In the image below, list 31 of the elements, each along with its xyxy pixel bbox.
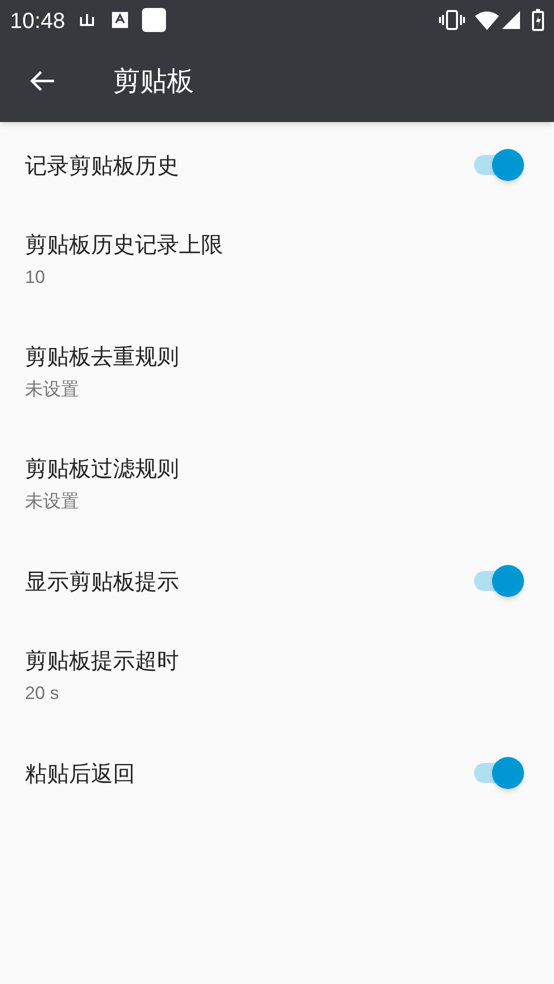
signal-icon — [502, 11, 520, 29]
keyboard-icon — [112, 12, 128, 28]
setting-summary: 未设置 — [25, 378, 79, 401]
battery-charging-icon — [532, 9, 544, 31]
toggle-switch[interactable] — [472, 149, 524, 181]
settings-row[interactable]: 粘贴后返回 — [0, 733, 554, 813]
setting-summary: 未设置 — [25, 490, 79, 513]
vibrate-icon — [439, 10, 465, 30]
setting-title: 剪贴板历史记录上限 — [25, 231, 223, 259]
setting-title: 剪贴板提示超时 — [25, 647, 179, 675]
settings-row[interactable]: 记录剪贴板历史 — [0, 125, 554, 205]
settings-row[interactable]: 剪贴板提示超时 20 s — [0, 621, 554, 733]
settings-row[interactable]: 剪贴板过滤规则 未设置 — [0, 429, 554, 541]
back-arrow-icon — [29, 70, 55, 92]
setting-title: 剪贴板过滤规则 — [25, 455, 179, 483]
setting-title: 显示剪贴板提示 — [25, 568, 179, 596]
status-time: 10:48 — [10, 6, 66, 34]
setting-summary: 10 — [25, 266, 46, 289]
app-bar-title: 剪贴板 — [113, 64, 194, 98]
notification-icon — [79, 13, 96, 27]
settings-row[interactable]: 显示剪贴板提示 — [0, 541, 554, 621]
settings-row[interactable]: 剪贴板历史记录上限 10 — [0, 205, 554, 317]
setting-title: 记录剪贴板历史 — [25, 152, 179, 180]
toggle-switch[interactable] — [472, 565, 524, 597]
wifi-icon — [475, 10, 499, 30]
setting-title: 粘贴后返回 — [25, 760, 135, 788]
settings-row[interactable]: 剪贴板去重规则 未设置 — [0, 317, 554, 429]
app-icon — [142, 8, 166, 32]
toggle-switch[interactable] — [472, 757, 524, 789]
setting-summary: 20 s — [25, 682, 60, 705]
setting-title: 剪贴板去重规则 — [25, 343, 179, 371]
